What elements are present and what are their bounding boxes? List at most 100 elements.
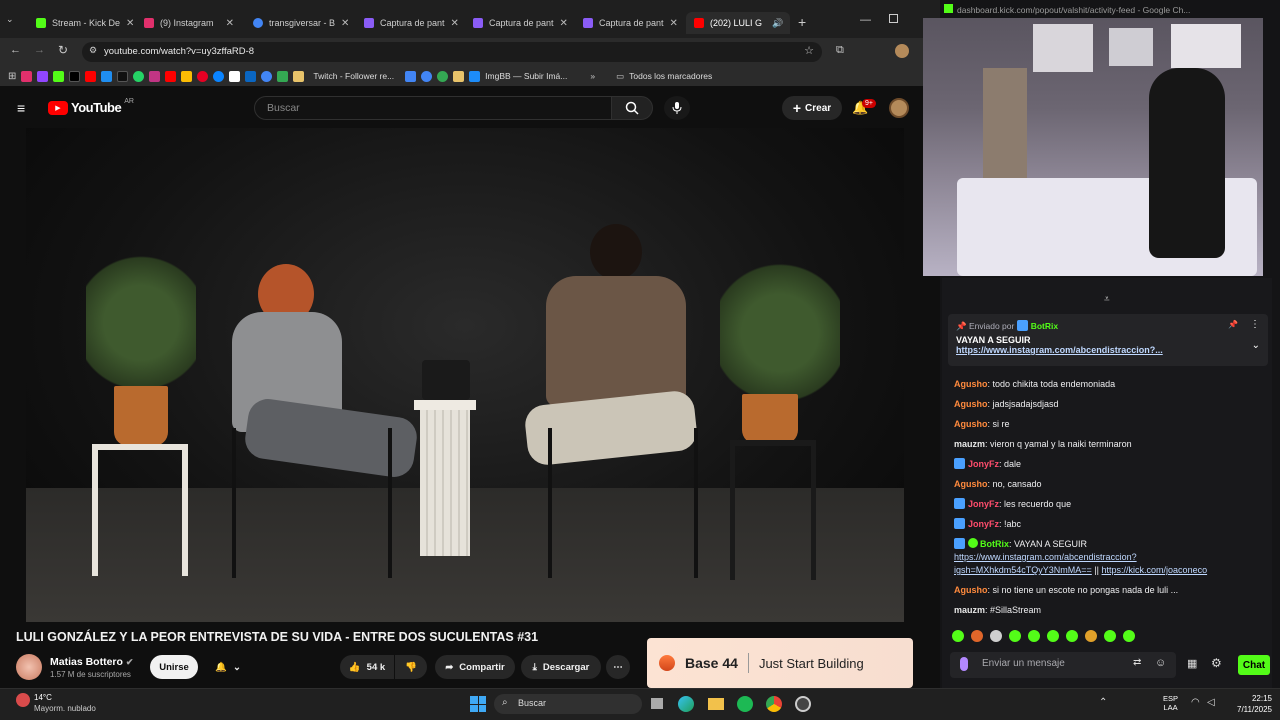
tiktok-icon[interactable] (117, 70, 129, 82)
file-explorer-icon[interactable] (708, 698, 724, 710)
emote-icon[interactable] (1066, 630, 1078, 642)
chat-link[interactable]: https://www.instagram.com/abcendistracci… (954, 552, 1137, 562)
chat-link[interactable]: https://kick.com/joaconeco (1102, 565, 1208, 575)
chat-username[interactable]: mauzm (954, 605, 985, 615)
emote-icon[interactable] (1085, 630, 1097, 642)
site-info-icon[interactable]: ⚙ (89, 45, 97, 56)
pinned-message[interactable]: 📌 Enviado por BotRix VAYAN A SEGUIR http… (948, 314, 1268, 366)
search-button[interactable] (611, 96, 653, 120)
join-button[interactable]: Unirse (150, 655, 198, 679)
edge-icon[interactable] (678, 696, 694, 712)
url-field[interactable]: ⚙ youtube.com/watch?v=uy3zffaRD-8 ☆ (82, 42, 822, 62)
send-chat-button[interactable]: Chat (1238, 655, 1270, 675)
image-icon[interactable] (453, 70, 465, 82)
mail-icon[interactable] (101, 70, 113, 82)
youtube-logo[interactable]: ▶ YouTube AR (48, 98, 134, 115)
create-button[interactable]: + Crear (782, 96, 842, 120)
translate-icon[interactable]: ⇄ (1133, 657, 1141, 668)
download-button[interactable]: ⤓ Descargar (521, 655, 601, 679)
chat-username[interactable]: Agusho (954, 399, 988, 409)
youtube-icon[interactable] (165, 70, 177, 82)
emote-icon[interactable] (1028, 630, 1040, 642)
chat-username[interactable]: JonyFz (968, 519, 999, 529)
maximize-button[interactable] (889, 14, 898, 23)
spotify-icon[interactable] (737, 696, 753, 712)
browser-tab-active[interactable]: (202) LULI G 🔊 ✕ (686, 12, 790, 34)
edge-icon[interactable] (213, 70, 225, 82)
browser-tab[interactable]: Stream - Kick De ✕ (28, 12, 134, 34)
menu-icon[interactable]: ≡ (17, 100, 25, 116)
upload-icon[interactable] (229, 70, 241, 82)
close-icon[interactable]: ✕ (126, 18, 134, 29)
emote-icon[interactable] (1009, 630, 1021, 642)
drive-icon[interactable] (181, 70, 193, 82)
chrome-icon[interactable] (766, 696, 782, 712)
more-button[interactable]: ⋯ (606, 655, 630, 679)
emote-icon[interactable] (1123, 630, 1135, 642)
kick-icon[interactable] (53, 70, 65, 82)
tab-search-button[interactable]: ⌄ (6, 14, 20, 30)
chat-link[interactable]: igsh=MXhkdm54cTQyY3NmMA== (954, 565, 1092, 575)
chat-message-input[interactable]: Enviar un mensaje (950, 652, 1176, 678)
browser-tab[interactable]: (9) Instagram ✕ (136, 12, 242, 34)
settings-icon[interactable]: ⚙ (1211, 656, 1222, 670)
wifi-icon[interactable]: ◠ (1191, 697, 1200, 708)
profile-avatar[interactable] (895, 44, 909, 58)
emote-icon[interactable] (971, 630, 983, 642)
scroll-to-bottom-icon[interactable]: ⩡ (1104, 294, 1110, 305)
close-icon[interactable]: ✕ (451, 18, 459, 29)
channel-name[interactable]: Matias Bottero ✔ (50, 656, 133, 668)
account-avatar[interactable] (889, 98, 909, 118)
chat-username[interactable]: Agusho (954, 379, 988, 389)
extensions-icon[interactable]: ⧉ (836, 44, 844, 57)
search-input[interactable]: Buscar (254, 96, 612, 120)
youtube-icon[interactable] (85, 70, 97, 82)
start-button[interactable] (470, 696, 486, 712)
emoji-icon[interactable]: ☺ (1155, 657, 1166, 669)
bookmark-imgbb[interactable]: ImgBB — Subir Imá... (485, 71, 567, 81)
app-icon[interactable] (795, 696, 811, 712)
task-view-icon[interactable] (651, 698, 663, 709)
emote-icon[interactable] (952, 630, 964, 642)
weather-icon[interactable] (16, 693, 30, 707)
chat-username[interactable]: JonyFz (968, 499, 999, 509)
chat-username[interactable]: Agusho (954, 419, 988, 429)
emote-icon[interactable] (990, 630, 1002, 642)
ad-banner[interactable]: Base 44 Just Start Building (647, 638, 913, 688)
store-icon[interactable]: ▦ (1187, 657, 1197, 670)
imgbb-icon[interactable] (469, 70, 481, 82)
google-icon[interactable] (421, 70, 433, 82)
chat-username[interactable]: BotRix (980, 539, 1009, 549)
docs-icon[interactable] (405, 70, 417, 82)
bookmark-twitch-follower[interactable]: Twitch - Follower re... (313, 71, 394, 81)
forward-icon[interactable]: → (34, 44, 45, 56)
chat-username[interactable]: JonyFz (968, 459, 999, 469)
volume-icon[interactable]: ◁ (1207, 697, 1215, 708)
clock[interactable]: 22:15 7/11/2025 (1228, 693, 1272, 715)
video-player[interactable] (26, 128, 904, 622)
instagram-icon[interactable] (149, 70, 161, 82)
browser-tab[interactable]: transgiversar - B ✕ (245, 12, 351, 34)
bookmark-all[interactable]: Todos los marcadores (629, 71, 712, 81)
minimize-button[interactable]: — (860, 14, 871, 26)
chat-username[interactable]: Agusho (954, 479, 988, 489)
notification-bell-button[interactable]: 🔔 ⌄ (204, 655, 252, 679)
share-button[interactable]: ➦ Compartir (435, 655, 515, 679)
chevron-down-icon[interactable]: ⌄ (1252, 340, 1260, 351)
close-icon[interactable]: ✕ (560, 18, 568, 29)
taskbar-search[interactable]: ⌕ Buscar (494, 694, 642, 714)
whatsapp-icon[interactable] (133, 70, 145, 82)
chevron-right-icon[interactable]: » (590, 71, 595, 81)
browser-tab[interactable]: Captura de pant ✕ (356, 12, 462, 34)
apps-icon[interactable]: ⊞ (8, 71, 16, 82)
linkedin-icon[interactable] (245, 70, 257, 82)
x-icon[interactable] (69, 70, 81, 82)
emote-icon[interactable] (1104, 630, 1116, 642)
close-icon[interactable]: ✕ (670, 18, 678, 29)
reload-icon[interactable]: ↻ (58, 43, 68, 57)
like-button[interactable]: 👍 54 k (340, 655, 394, 679)
bookmark-star-icon[interactable]: ☆ (804, 44, 814, 57)
google-icon[interactable] (261, 70, 273, 82)
tray-chevron-icon[interactable]: ⌃ (1099, 697, 1107, 708)
browser-tab[interactable]: Captura de pant ✕ (575, 12, 681, 34)
